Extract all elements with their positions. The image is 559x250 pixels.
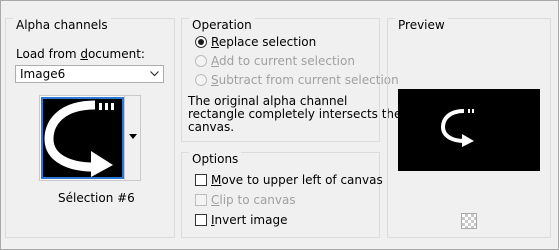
radio-checked-dot <box>198 39 204 45</box>
transparency-toggle-icon[interactable] <box>461 213 477 229</box>
document-dropdown-value: Image6 <box>20 67 66 81</box>
alpha-channels-title: Alpha channels <box>13 18 111 32</box>
load-from-document-label: Load from document: <box>16 47 145 61</box>
invert-image-checkbox[interactable] <box>195 214 207 226</box>
clip-to-canvas-checkbox[interactable] <box>195 194 207 206</box>
subtract-from-selection-label[interactable]: Subtract from current selection <box>211 73 399 87</box>
preview-canvas <box>398 89 540 171</box>
operation-message-line-3: canvas. <box>188 120 235 134</box>
move-to-upper-left-checkbox[interactable] <box>195 174 207 186</box>
preview-title: Preview <box>395 18 448 32</box>
thumbnail-dropdown-button[interactable] <box>124 96 140 180</box>
replace-selection-radio[interactable] <box>195 36 207 48</box>
chevron-down-icon <box>150 71 159 77</box>
preview-arrow-icon <box>440 109 474 147</box>
subtract-from-selection-radio[interactable] <box>195 74 207 86</box>
operation-message-line-1: The original alpha channel <box>188 94 348 108</box>
document-dropdown[interactable]: Image6 <box>15 65 164 83</box>
triangle-down-icon <box>129 134 137 139</box>
move-to-upper-left-label[interactable]: Move to upper left of canvas <box>211 173 383 187</box>
add-to-selection-label[interactable]: Add to current selection <box>211 54 355 68</box>
arrow-shape-icon <box>44 100 114 177</box>
replace-selection-label[interactable]: Replace selection <box>211 35 316 49</box>
options-title: Options <box>189 152 242 166</box>
channel-thumbnail-picker[interactable] <box>39 95 141 181</box>
channel-thumbnail <box>41 97 124 179</box>
selection-name-label: Sélection #6 <box>58 191 135 205</box>
clip-to-canvas-label[interactable]: Clip to canvas <box>211 193 296 207</box>
operation-title: Operation <box>189 18 255 32</box>
invert-image-label[interactable]: Invert image <box>211 213 287 227</box>
operation-message-line-2: rectangle completely intersects the <box>188 107 402 121</box>
add-to-selection-radio[interactable] <box>195 55 207 67</box>
